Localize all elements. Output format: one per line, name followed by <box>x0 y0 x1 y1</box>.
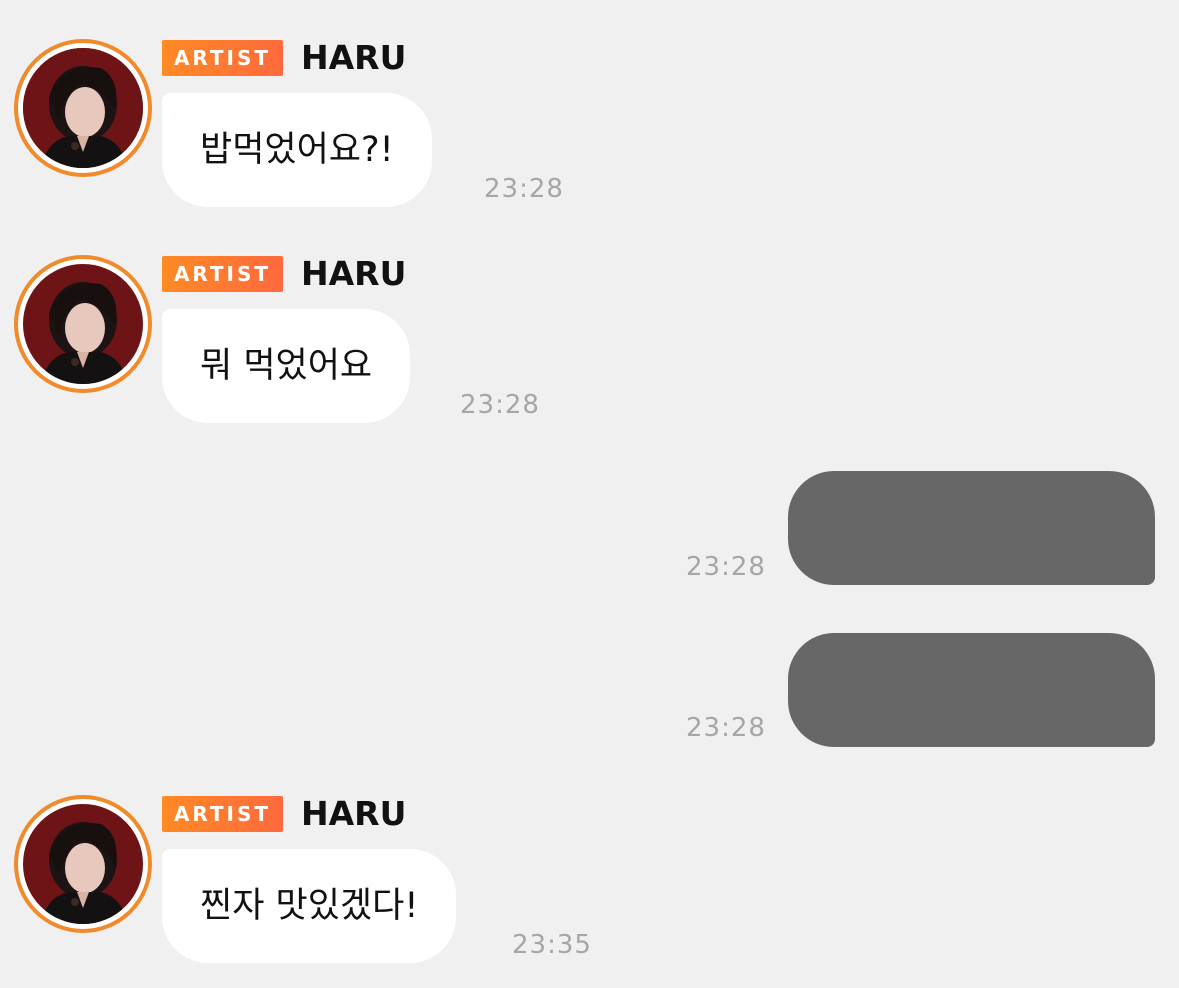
message-timestamp: 23:28 <box>460 390 540 420</box>
artist-avatar[interactable] <box>14 39 152 177</box>
artist-avatar[interactable] <box>14 255 152 393</box>
message-timestamp: 23:28 <box>484 174 564 204</box>
sender-name: HARU <box>301 38 407 77</box>
incoming-message-bubble[interactable]: 밥먹었어요?! <box>162 93 432 207</box>
message-timestamp: 23:28 <box>686 713 766 743</box>
artist-badge: ARTIST <box>162 40 283 76</box>
incoming-message-bubble[interactable]: 뭐 먹었어요 <box>162 309 411 423</box>
message-timestamp: 23:28 <box>686 552 766 582</box>
avatar-photo-icon <box>23 264 143 384</box>
artist-badge: ARTIST <box>162 796 283 832</box>
sender-name: HARU <box>301 794 407 833</box>
avatar-photo-icon <box>23 804 143 924</box>
chat-thread[interactable]: ARTIST HARU 밥먹었어요?! 23:28 ARTIST HARU 뭐 … <box>0 0 1179 988</box>
incoming-message-bubble[interactable]: 찐자 맛있겠다! <box>162 849 457 963</box>
artist-badge: ARTIST <box>162 256 283 292</box>
outgoing-message-bubble[interactable] <box>788 471 1155 585</box>
artist-avatar[interactable] <box>14 795 152 933</box>
outgoing-message-bubble[interactable] <box>788 633 1155 747</box>
avatar-photo-icon <box>23 48 143 168</box>
message-timestamp: 23:35 <box>512 930 592 960</box>
sender-name: HARU <box>301 254 407 293</box>
